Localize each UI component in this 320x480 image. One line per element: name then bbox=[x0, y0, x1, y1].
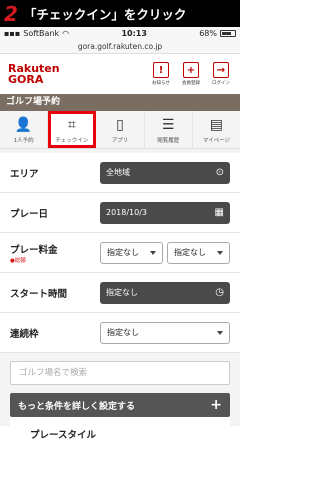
price-row: プレー料金 ●総額 指定なし 指定なし bbox=[0, 233, 240, 273]
area-select[interactable]: 全地域 ⊙ bbox=[100, 161, 230, 184]
step-number: 2 bbox=[4, 1, 18, 26]
carrier: SoftBank bbox=[23, 29, 60, 38]
battery-percent: 68% bbox=[199, 29, 217, 38]
mypage-icon: ▤ bbox=[209, 116, 224, 133]
history-icon: ☰ bbox=[161, 116, 175, 133]
member-register-button[interactable]: + 会員登録 bbox=[180, 62, 202, 86]
price-label: プレー料金 ●総額 bbox=[10, 244, 58, 264]
tab-bar: 👤 1人予約 ⌗ チェックイン ▯ アプリ ☰ 閲覧履歴 ▤ マイページ bbox=[0, 111, 240, 149]
consecutive-label: 連続枠 bbox=[10, 328, 39, 340]
rakuten-gora-logo[interactable]: Rakuten GORA bbox=[8, 63, 60, 85]
notice-icon: ! bbox=[153, 62, 169, 78]
phone-icon: ▯ bbox=[116, 116, 124, 133]
person-icon: 👤 bbox=[14, 116, 33, 133]
tab-solo-reservation[interactable]: 👤 1人予約 bbox=[0, 111, 49, 148]
chevron-down-icon bbox=[150, 250, 156, 255]
plus-icon: + bbox=[210, 397, 222, 413]
chevron-down-icon bbox=[217, 250, 223, 255]
location-pin-icon: ⊙ bbox=[215, 167, 224, 178]
play-date-label: プレー日 bbox=[10, 208, 49, 220]
consecutive-select[interactable]: 指定なし bbox=[100, 321, 230, 344]
search-form: エリア 全地域 ⊙ プレー日 2018/10/3 ▦ プレー料金 ●総額 指定なし 指… bbox=[0, 149, 240, 451]
login-button[interactable]: → ログイン bbox=[210, 62, 232, 86]
start-time-select[interactable]: 指定なし ◷ bbox=[100, 281, 230, 304]
play-style-heading: プレースタイル bbox=[10, 417, 230, 451]
clock-icon: ◷ bbox=[215, 287, 224, 298]
price-min-select[interactable]: 指定なし bbox=[100, 241, 163, 264]
tab-app[interactable]: ▯ アプリ bbox=[96, 111, 145, 148]
phone-screen: ▪▪▪ SoftBank ◠ 10:13 68% gora.golf.rakuten… bbox=[0, 27, 240, 480]
play-date-picker[interactable]: 2018/10/3 ▦ bbox=[100, 201, 230, 224]
signal-icon: ▪▪▪ bbox=[4, 29, 21, 38]
area-label: エリア bbox=[10, 168, 39, 180]
tab-mypage[interactable]: ▤ マイページ bbox=[193, 111, 240, 148]
address-bar[interactable]: gora.golf.rakuten.co.jp bbox=[0, 40, 240, 54]
wifi-icon: ◠ bbox=[62, 29, 70, 38]
play-date-row: プレー日 2018/10/3 ▦ bbox=[0, 193, 240, 233]
start-time-label: スタート時間 bbox=[10, 288, 68, 300]
instruction-banner: 2 「チェックイン」をクリック bbox=[0, 0, 240, 27]
consecutive-row: 連続枠 指定なし bbox=[0, 313, 240, 353]
area-row: エリア 全地域 ⊙ bbox=[0, 153, 240, 193]
chevron-down-icon bbox=[217, 330, 223, 335]
login-icon: → bbox=[213, 62, 229, 78]
member-icon: + bbox=[183, 62, 199, 78]
course-search-input[interactable]: ゴルフ場名で検索 bbox=[10, 361, 230, 385]
clock: 10:13 bbox=[121, 29, 147, 38]
instruction-text: 「チェックイン」をクリック bbox=[23, 7, 187, 22]
site-header: Rakuten GORA ! お知らせ + 会員登録 → ログイン bbox=[0, 54, 240, 94]
status-bar: ▪▪▪ SoftBank ◠ 10:13 68% bbox=[0, 27, 240, 40]
tab-checkin[interactable]: ⌗ チェックイン bbox=[48, 111, 97, 148]
more-conditions-button[interactable]: もっと条件を詳しく設定する + bbox=[10, 393, 230, 417]
tab-history[interactable]: ☰ 閲覧履歴 bbox=[145, 111, 193, 148]
golf-reservation-bar: ゴルフ場予約 bbox=[0, 94, 240, 111]
start-time-row: スタート時間 指定なし ◷ bbox=[0, 273, 240, 313]
battery-icon bbox=[219, 30, 236, 37]
price-max-select[interactable]: 指定なし bbox=[167, 241, 230, 264]
calendar-icon: ▦ bbox=[214, 207, 224, 218]
qr-scan-icon: ⌗ bbox=[67, 116, 76, 133]
notice-button[interactable]: ! お知らせ bbox=[150, 62, 172, 86]
